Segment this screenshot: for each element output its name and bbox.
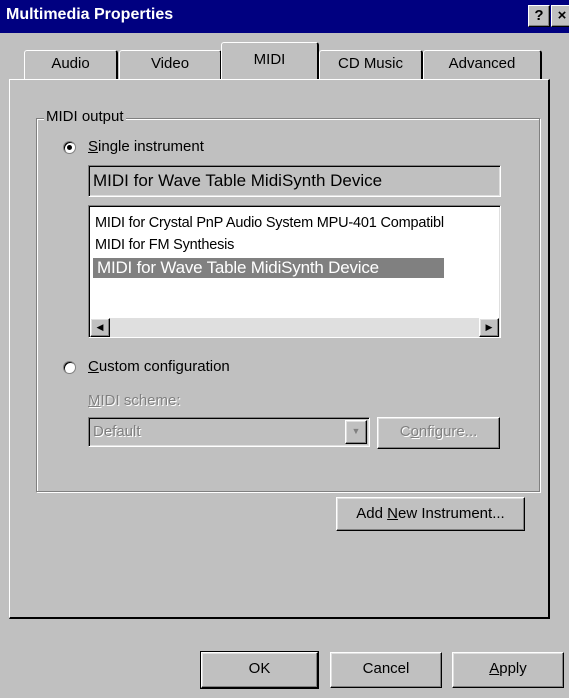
close-button[interactable]: × [551,5,569,27]
scroll-left-icon[interactable]: ◀ [90,318,110,337]
custom-configuration-radio[interactable] [63,361,76,374]
help-button[interactable]: ? [528,5,550,27]
tab-audio[interactable]: Audio [24,50,118,79]
horizontal-scrollbar[interactable] [90,318,499,337]
tab-cd-music[interactable]: CD Music [319,50,423,79]
list-item[interactable]: MIDI for Crystal PnP Audio System MPU-40… [95,215,444,231]
configure-button[interactable]: Configure... [377,417,500,449]
selected-instrument-text: MIDI for Wave Table MidiSynth Device [93,171,383,190]
scroll-right-icon[interactable]: ▶ [479,318,499,337]
list-item[interactable]: MIDI for FM Synthesis [95,237,234,253]
tab-midi[interactable]: MIDI [221,42,319,79]
midi-scheme-label: MIDI scheme: [88,392,181,409]
window-title: Multimedia Properties [6,6,174,23]
midi-scheme-select[interactable]: Default ▼ [88,417,370,447]
tab-advanced[interactable]: Advanced [423,50,542,79]
ok-button[interactable]: OK [200,651,319,689]
apply-button[interactable]: Apply [452,652,564,688]
single-instrument-radio[interactable] [63,141,76,154]
tab-video[interactable]: Video [119,50,222,79]
selected-instrument-display: MIDI for Wave Table MidiSynth Device [88,165,501,197]
midi-scheme-value: Default [93,423,141,440]
single-instrument-label[interactable]: Single instrument [88,138,204,155]
midi-output-group-label: MIDI output [44,108,126,125]
custom-configuration-label[interactable]: Custom configuration [88,358,230,375]
cancel-button[interactable]: Cancel [330,652,442,688]
chevron-down-icon[interactable]: ▼ [345,420,367,444]
radio-selected-dot [67,145,72,150]
add-new-instrument-button[interactable]: Add New Instrument... [336,497,525,531]
list-item-selected[interactable]: MIDI for Wave Table MidiSynth Device [93,258,444,278]
